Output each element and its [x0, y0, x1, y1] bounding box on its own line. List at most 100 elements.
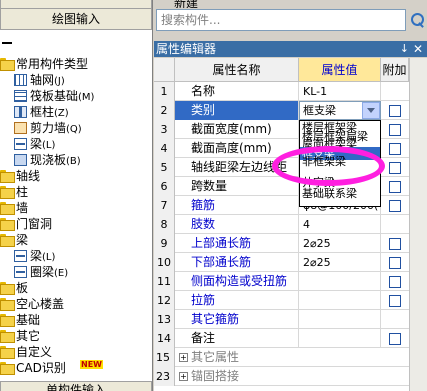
tree-item-shortcut: (Q): [66, 124, 82, 135]
property-group-row[interactable]: 23 + 锚固搭接: [154, 367, 409, 386]
tree-item-label: 柱: [16, 185, 29, 199]
new-button[interactable]: 新建: [174, 0, 198, 8]
folder-icon: [0, 218, 15, 231]
extra-checkbox[interactable]: [389, 105, 401, 117]
extra-checkbox[interactable]: [389, 181, 401, 193]
row-number: 4: [154, 139, 175, 158]
tree-item-shortcut: (L): [42, 140, 56, 151]
tree-item[interactable]: 轴网(J): [0, 72, 152, 88]
category-dropdown-list: 楼层框架梁 楼层框架扁梁 屋面框架梁 框支梁 非框架梁 井字梁 基础联系梁: [299, 120, 381, 207]
tree-item[interactable]: 门窗洞: [0, 216, 152, 232]
tree-item[interactable]: CAD识别 NEW: [0, 360, 152, 376]
extra-checkbox[interactable]: [389, 295, 401, 307]
property-value[interactable]: [299, 272, 381, 291]
new-badge: NEW: [80, 360, 103, 369]
tree-item-shortcut: (L): [42, 252, 56, 263]
tree-item-label: 框柱: [30, 105, 55, 119]
dropdown-option[interactable]: 基础联系梁: [300, 187, 380, 200]
tree-item-label: 空心楼盖: [16, 297, 65, 311]
property-group-name: + 其它属性: [175, 348, 375, 367]
property-row[interactable]: 9 上部通长筋 2⌀25: [154, 234, 409, 253]
row-number: 13: [154, 310, 175, 329]
pin-icon[interactable]: ↓: [400, 41, 409, 57]
property-value[interactable]: 2⌀25: [299, 234, 381, 253]
property-row[interactable]: 13 其它箍筋: [154, 310, 409, 329]
folder-icon: [0, 330, 15, 343]
property-value[interactable]: 2⌀25: [299, 253, 381, 272]
tree-item[interactable]: 柱: [0, 184, 152, 200]
tree-item[interactable]: 梁(L): [0, 248, 152, 264]
property-value[interactable]: [299, 329, 381, 348]
tree-item[interactable]: 剪力墙(Q): [0, 120, 152, 136]
tree-item-label: CAD识别: [16, 361, 66, 375]
tree-item[interactable]: 框柱(Z): [0, 104, 152, 120]
tree-item[interactable]: 墙: [0, 200, 152, 216]
folder-icon: [0, 314, 15, 327]
extra-checkbox[interactable]: [389, 124, 401, 136]
dropdown-option[interactable]: 非框架梁: [300, 155, 380, 168]
tree-item[interactable]: 筏板基础(M): [0, 88, 152, 104]
property-row[interactable]: 10 下部通长筋 2⌀25: [154, 253, 409, 272]
tree-item[interactable]: 其它: [0, 328, 152, 344]
extra-checkbox[interactable]: [389, 238, 401, 250]
tree-item-shortcut: (E): [54, 268, 69, 279]
row-number: 10: [154, 253, 175, 272]
tree-item-shortcut: (B): [66, 156, 81, 167]
property-row[interactable]: 8 肢数 4: [154, 215, 409, 234]
row-number: 23: [154, 367, 175, 386]
tree-item[interactable]: 梁(L): [0, 136, 152, 152]
ring-beam-icon: [14, 266, 27, 278]
header-extra[interactable]: 附加: [381, 58, 409, 82]
row-number: 6: [154, 177, 175, 196]
property-grid: 属性名称 属性值 附加 1 名称 KL-1 2 类别 3 截面宽度(mm) 4 截面高度(mm)…: [154, 58, 427, 391]
header-property-name[interactable]: 属性名称: [175, 58, 299, 82]
property-name: 类别: [175, 101, 299, 120]
tree-item[interactable]: 圈梁(E): [0, 264, 152, 280]
expand-icon[interactable]: +: [179, 372, 188, 381]
tree-item[interactable]: 常用构件类型: [0, 56, 152, 72]
property-group-row[interactable]: 15 + 其它属性: [154, 348, 409, 367]
tree-item-label: 梁: [30, 137, 43, 151]
property-value[interactable]: [299, 310, 381, 329]
property-name: 箍筋: [175, 196, 299, 215]
property-value[interactable]: KL-1: [299, 82, 381, 101]
close-icon[interactable]: ✕: [413, 41, 423, 57]
tree-item[interactable]: 空心楼盖: [0, 296, 152, 312]
drawing-input-button[interactable]: 绘图输入: [0, 8, 152, 30]
property-value[interactable]: [299, 291, 381, 310]
scrollbar[interactable]: [409, 58, 427, 391]
tree-item[interactable]: 自定义: [0, 344, 152, 360]
search-icon[interactable]: [408, 10, 426, 30]
expand-icon[interactable]: +: [179, 353, 188, 362]
extra-checkbox[interactable]: [389, 276, 401, 288]
property-name: 截面宽度(mm): [175, 120, 299, 139]
extra-checkbox[interactable]: [389, 200, 401, 212]
tree-item[interactable]: 基础: [0, 312, 152, 328]
tree-item[interactable]: 现浇板(B): [0, 152, 152, 168]
extra-checkbox[interactable]: [389, 257, 401, 269]
folder-icon: [0, 58, 15, 71]
property-row[interactable]: 1 名称 KL-1: [154, 82, 409, 101]
single-component-input-button[interactable]: 单构件输入: [0, 381, 152, 391]
extra-checkbox[interactable]: [389, 162, 401, 174]
property-row[interactable]: 14 备注: [154, 329, 409, 348]
header-property-value[interactable]: 属性值: [299, 58, 381, 82]
row-number: 5: [154, 158, 175, 177]
extra-checkbox[interactable]: [389, 333, 401, 345]
tree-item[interactable]: 梁: [0, 232, 152, 248]
row-number: 8: [154, 215, 175, 234]
search-input[interactable]: 搜索构件...: [156, 9, 406, 31]
slab-icon: [14, 154, 27, 166]
property-value[interactable]: 4: [299, 215, 381, 234]
row-number: 12: [154, 291, 175, 310]
property-row[interactable]: 12 拉筋: [154, 291, 409, 310]
tree-item[interactable]: 轴线: [0, 168, 152, 184]
tree-item[interactable]: 板: [0, 280, 152, 296]
property-name: 备注: [175, 329, 299, 348]
property-area: 新建 搜索构件... 属性编辑器 ↓ ✕ 属性名称 属性值 附加 1 名称 KL-1…: [154, 0, 427, 391]
property-row[interactable]: 11 侧面构造或受扭筋: [154, 272, 409, 291]
chevron-down-icon[interactable]: [362, 102, 380, 119]
collapse-icon[interactable]: [0, 38, 14, 46]
extra-checkbox[interactable]: [389, 143, 401, 155]
property-name: 肢数: [175, 215, 299, 234]
